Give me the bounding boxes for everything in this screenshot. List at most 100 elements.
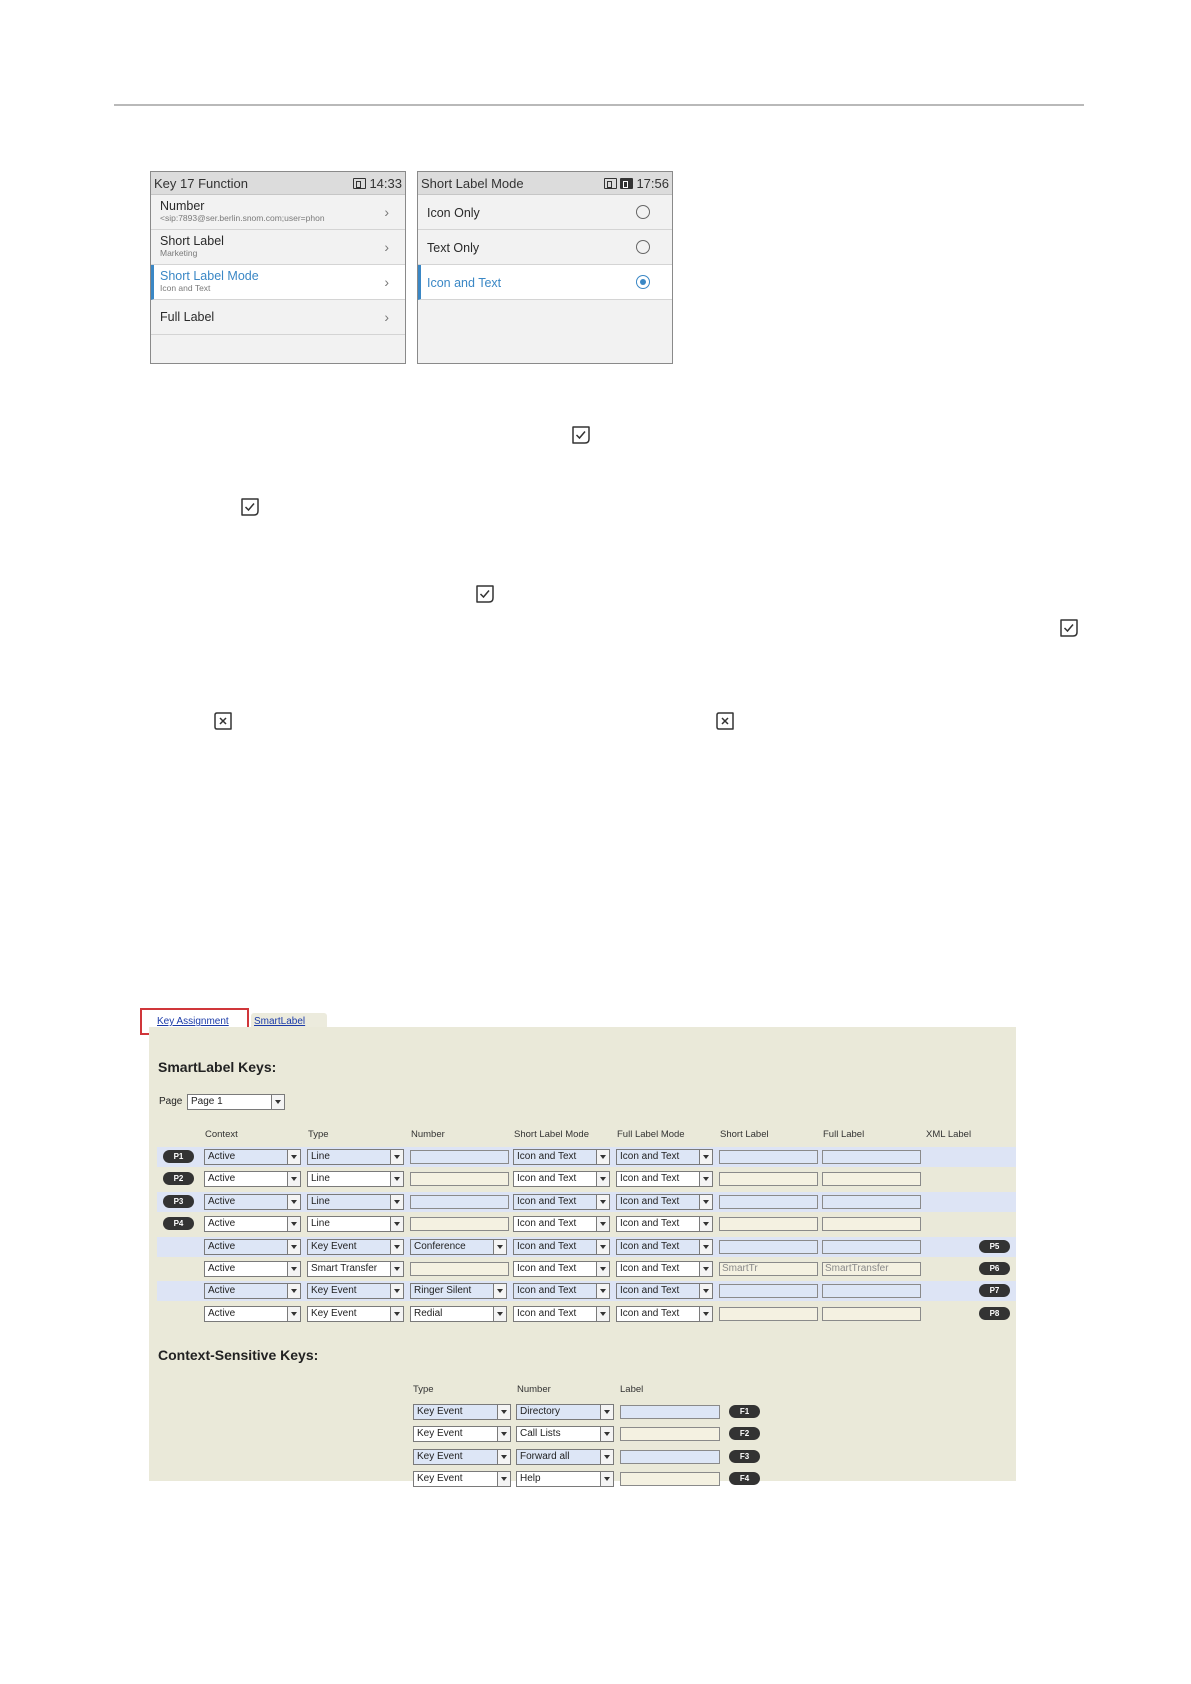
menu-item-number[interactable]: Number <sip:7893@ser.berlin.snom.com;use… bbox=[151, 195, 405, 230]
short-label-mode-select[interactable]: Icon and Text bbox=[513, 1194, 610, 1210]
cs-type-select[interactable]: Key Event bbox=[413, 1426, 511, 1442]
cs-number-select[interactable]: Forward all bbox=[516, 1449, 614, 1465]
context-select[interactable]: Active bbox=[204, 1171, 301, 1187]
context-select[interactable]: Active bbox=[204, 1149, 301, 1165]
menu-item-full-label[interactable]: Full Label › bbox=[151, 300, 405, 335]
type-select[interactable]: Smart Transfer bbox=[307, 1261, 404, 1277]
cs-label-input[interactable] bbox=[620, 1450, 720, 1464]
short-label-mode-select[interactable]: Icon and Text bbox=[513, 1171, 610, 1187]
short-label-input[interactable] bbox=[719, 1307, 818, 1321]
full-label-input[interactable] bbox=[822, 1172, 921, 1186]
full-label-mode-select[interactable]: Icon and Text bbox=[616, 1306, 713, 1322]
short-label-mode-select[interactable]: Icon and Text bbox=[513, 1239, 610, 1255]
type-select[interactable]: Line bbox=[307, 1171, 404, 1187]
type-select[interactable]: Key Event bbox=[307, 1283, 404, 1299]
context-select[interactable]: Active bbox=[204, 1239, 301, 1255]
cs-col-head-number: Number bbox=[517, 1384, 551, 1395]
context-select[interactable]: Active bbox=[204, 1306, 301, 1322]
number-select[interactable]: Conference bbox=[410, 1239, 507, 1255]
full-label-input[interactable] bbox=[822, 1195, 921, 1209]
context-select[interactable]: Active bbox=[204, 1194, 301, 1210]
short-label-mode-select[interactable]: Icon and Text bbox=[513, 1306, 610, 1322]
cs-type-select[interactable]: Key Event bbox=[413, 1471, 511, 1487]
full-label-mode-select[interactable]: Icon and Text bbox=[616, 1261, 713, 1277]
cs-number-select[interactable]: Call Lists bbox=[516, 1426, 614, 1442]
tab-key-assignment[interactable]: Key Assignment bbox=[157, 1016, 229, 1027]
context-select-value: Active bbox=[208, 1196, 236, 1207]
number-input[interactable] bbox=[410, 1172, 509, 1186]
menu-item-short-label-mode[interactable]: Short Label Mode Icon and Text › bbox=[151, 265, 405, 300]
cs-number-select[interactable]: Directory bbox=[516, 1404, 614, 1420]
option-icon-only[interactable]: Icon Only bbox=[418, 195, 672, 230]
context-select[interactable]: Active bbox=[204, 1261, 301, 1277]
full-label-mode-select[interactable]: Icon and Text bbox=[616, 1283, 713, 1299]
full-label-mode-select[interactable]: Icon and Text bbox=[616, 1239, 713, 1255]
col-head-type: Type bbox=[308, 1129, 329, 1140]
full-label-mode-select[interactable]: Icon and Text bbox=[616, 1216, 713, 1232]
short-label-input[interactable] bbox=[719, 1284, 818, 1298]
cs-label-input[interactable] bbox=[620, 1405, 720, 1419]
col-head-full-label: Full Label bbox=[823, 1129, 865, 1140]
type-select[interactable]: Key Event bbox=[307, 1306, 404, 1322]
menu-item-short-label[interactable]: Short Label Marketing › bbox=[151, 230, 405, 265]
option-text-only[interactable]: Text Only bbox=[418, 230, 672, 265]
page-select[interactable]: Page 1 bbox=[187, 1094, 285, 1110]
short-label-mode-select-value: Icon and Text bbox=[517, 1308, 577, 1319]
number-select-value: Conference bbox=[414, 1241, 466, 1252]
full-label-mode-select[interactable]: Icon and Text bbox=[616, 1171, 713, 1187]
context-select[interactable]: Active bbox=[204, 1216, 301, 1232]
short-label-input[interactable] bbox=[719, 1172, 818, 1186]
radio-unselected-icon[interactable] bbox=[636, 240, 650, 254]
radio-unselected-icon[interactable] bbox=[636, 205, 650, 219]
cs-label-input[interactable] bbox=[620, 1427, 720, 1441]
radio-selected-icon[interactable] bbox=[636, 275, 650, 289]
option-icon-and-text[interactable]: Icon and Text bbox=[418, 265, 672, 300]
full-label-input[interactable] bbox=[822, 1284, 921, 1298]
number-input[interactable] bbox=[410, 1195, 509, 1209]
number-input[interactable] bbox=[410, 1217, 509, 1231]
short-label-mode-select[interactable]: Icon and Text bbox=[513, 1261, 610, 1277]
type-select[interactable]: Line bbox=[307, 1216, 404, 1232]
chevron-down-icon bbox=[493, 1284, 506, 1298]
full-label-input[interactable] bbox=[822, 1307, 921, 1321]
phone-time: 14:33 bbox=[369, 175, 402, 191]
cs-col-head-type: Type bbox=[413, 1384, 434, 1395]
full-label-mode-select[interactable]: Icon and Text bbox=[616, 1149, 713, 1165]
cs-type-select[interactable]: Key Event bbox=[413, 1449, 511, 1465]
tab-smartlabel[interactable]: SmartLabel bbox=[254, 1016, 305, 1027]
cs-type-select[interactable]: Key Event bbox=[413, 1404, 511, 1420]
number-select[interactable]: Redial bbox=[410, 1306, 507, 1322]
type-select-value: Key Event bbox=[311, 1308, 357, 1319]
context-select[interactable]: Active bbox=[204, 1283, 301, 1299]
number-input[interactable] bbox=[410, 1262, 509, 1276]
short-label-input[interactable] bbox=[719, 1240, 818, 1254]
chevron-down-icon bbox=[596, 1217, 609, 1231]
page-label: Page bbox=[159, 1096, 183, 1107]
type-select[interactable]: Line bbox=[307, 1149, 404, 1165]
full-label-mode-select-value: Icon and Text bbox=[620, 1308, 680, 1319]
cs-label-input[interactable] bbox=[620, 1472, 720, 1486]
full-label-mode-select-value: Icon and Text bbox=[620, 1173, 680, 1184]
number-select[interactable]: Ringer Silent bbox=[410, 1283, 507, 1299]
short-label-mode-select[interactable]: Icon and Text bbox=[513, 1283, 610, 1299]
type-select[interactable]: Key Event bbox=[307, 1239, 404, 1255]
full-label-mode-select[interactable]: Icon and Text bbox=[616, 1194, 713, 1210]
short-label-input[interactable] bbox=[719, 1217, 818, 1231]
short-label-mode-select[interactable]: Icon and Text bbox=[513, 1216, 610, 1232]
chevron-down-icon bbox=[699, 1307, 712, 1321]
short-label-input[interactable] bbox=[719, 1195, 818, 1209]
number-input[interactable] bbox=[410, 1150, 509, 1164]
cs-number-select[interactable]: Help bbox=[516, 1471, 614, 1487]
x-softkey-icon bbox=[214, 712, 232, 730]
type-select[interactable]: Line bbox=[307, 1194, 404, 1210]
chevron-down-icon bbox=[596, 1284, 609, 1298]
full-label-input[interactable]: SmartTransfer bbox=[822, 1262, 921, 1276]
full-label-input[interactable] bbox=[822, 1150, 921, 1164]
short-label-input[interactable]: SmartTr bbox=[719, 1262, 818, 1276]
short-label-input[interactable] bbox=[719, 1150, 818, 1164]
full-label-input[interactable] bbox=[822, 1217, 921, 1231]
full-label-input[interactable] bbox=[822, 1240, 921, 1254]
chevron-down-icon bbox=[287, 1284, 300, 1298]
short-label-mode-select[interactable]: Icon and Text bbox=[513, 1149, 610, 1165]
option-label: Icon and Text bbox=[427, 276, 502, 290]
